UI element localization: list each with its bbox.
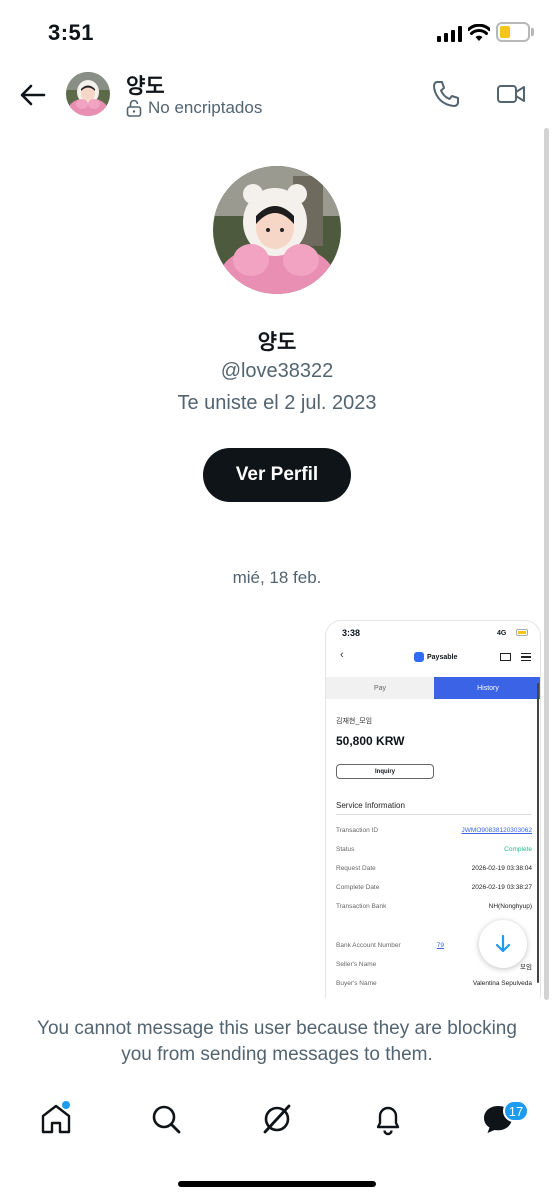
row-value: 79 [436, 942, 444, 949]
attachment-tab-pay: Pay [326, 677, 434, 699]
encryption-status: No encriptados [126, 98, 262, 118]
date-separator: mié, 18 feb. [232, 568, 322, 587]
attachment-tab-history: History [434, 677, 540, 699]
cellular-signal-icon [437, 26, 463, 42]
arrow-down-icon [495, 934, 511, 953]
row-key: Buyer's Name [336, 980, 377, 987]
row-key: Bank Account Number [336, 942, 401, 949]
attachment-mail-icon [500, 653, 511, 661]
attachment-menu-icon [521, 653, 531, 661]
attachment-scrollbar [537, 683, 539, 983]
row-key: Transaction Bank [336, 903, 387, 910]
notifications-bell-icon[interactable] [371, 1102, 405, 1136]
attachment-section-title: Service Information [336, 801, 405, 810]
blocked-notice: You cannot message this user because the… [37, 1018, 517, 1065]
attachment-back-icon: ‹ [340, 649, 344, 661]
back-arrow-icon[interactable] [18, 80, 48, 110]
status-bar: 3:51 [0, 0, 554, 64]
attachment-tabs: Pay History [326, 677, 540, 699]
row-key: Transaction ID [336, 827, 379, 834]
bottom-navigation [0, 1092, 554, 1152]
row-key: Complete Date [336, 884, 380, 891]
row-value: JWMO90838120303062 [461, 827, 532, 834]
attachment-time: 3:38 [342, 628, 361, 638]
profile-handle: @love38322 [220, 360, 334, 382]
grok-icon[interactable] [260, 1102, 294, 1136]
home-indicator[interactable] [178, 1181, 376, 1187]
scroll-indicator[interactable] [544, 128, 549, 1000]
row-key: Status [336, 846, 355, 853]
row-value: 2026-02-19 03:38:27 [471, 884, 532, 891]
attachment-battery-icon [516, 629, 528, 636]
row-key: Request Date [336, 865, 376, 872]
unlock-icon [126, 99, 142, 117]
attachment-app-bar: ‹ Paysable [326, 645, 540, 669]
row-value: NH(Nonghyup) [488, 903, 532, 910]
wifi-icon [468, 24, 490, 41]
messages-badge: 17 [503, 1100, 529, 1122]
profile-avatar[interactable] [213, 166, 341, 294]
row-value: 2026-02-19 03:38:04 [471, 865, 532, 872]
header-avatar[interactable] [66, 72, 110, 116]
battery-tip [531, 28, 534, 36]
battery-icon [496, 22, 530, 42]
scroll-to-bottom-button[interactable] [479, 920, 527, 968]
row-value: Valentina Sepulveda [472, 980, 532, 987]
row-value: 모임 [520, 964, 532, 971]
attachment-merchant: 김재현_모임 [336, 718, 373, 725]
conversation-header: 양도 No encriptados [0, 64, 554, 126]
status-time: 3:51 [48, 20, 95, 45]
phone-icon[interactable] [430, 78, 462, 110]
home-notification-dot [62, 1101, 70, 1109]
row-value: Complete [504, 846, 532, 853]
row-key: Seller's Name [336, 961, 377, 968]
header-name[interactable]: 양도 [126, 70, 165, 100]
attachment-network: 4G [497, 630, 507, 637]
encryption-label: No encriptados [148, 98, 263, 117]
attachment-amount: 50,800 KRW [336, 734, 405, 748]
paysable-name: Paysable [427, 653, 458, 661]
profile-name: 양도 [257, 331, 297, 354]
search-icon[interactable] [149, 1102, 183, 1136]
view-profile-button[interactable]: Ver Perfil [203, 448, 351, 502]
profile-joined-date: Te uniste el 2 jul. 2023 [177, 392, 377, 414]
attachment-divider [336, 814, 532, 815]
video-call-icon[interactable] [496, 80, 526, 108]
attachment-status-bar: 3:38 4G [326, 621, 540, 643]
paysable-logo: Paysable [414, 652, 457, 662]
attachment-inquiry-button: Inquiry [336, 764, 434, 779]
